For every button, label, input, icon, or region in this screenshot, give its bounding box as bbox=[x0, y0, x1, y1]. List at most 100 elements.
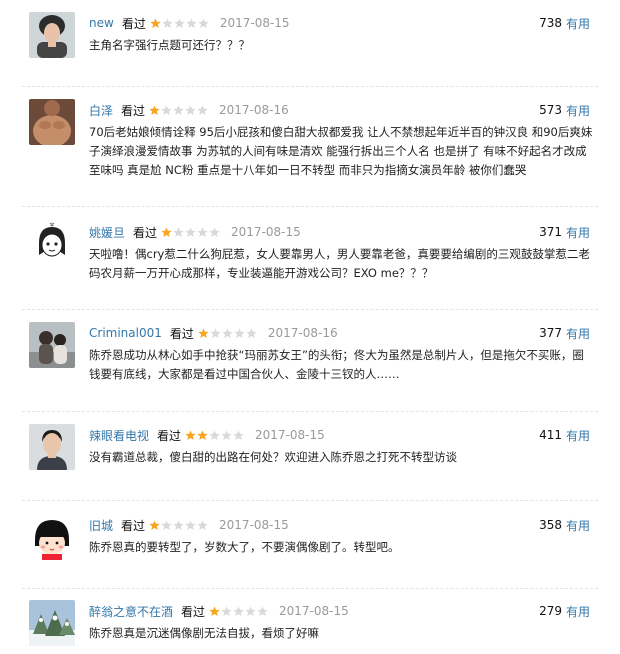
watch-status: 看过 bbox=[169, 326, 194, 341]
star-icon bbox=[173, 519, 184, 531]
star-rating bbox=[185, 429, 245, 441]
review-date: 2017-08-15 bbox=[255, 428, 325, 442]
useful-button[interactable]: 有用 bbox=[566, 224, 590, 241]
vote-count: 738 bbox=[539, 16, 562, 30]
watch-status: 看过 bbox=[121, 103, 146, 118]
vote-area: 377 有用 bbox=[539, 324, 590, 342]
divider bbox=[22, 588, 598, 589]
star-icon bbox=[198, 327, 209, 339]
useful-button[interactable]: 有用 bbox=[566, 427, 590, 444]
couple-photo-icon[interactable] bbox=[29, 322, 75, 368]
username-link[interactable]: 旧城 bbox=[89, 517, 113, 534]
woman-portrait-icon[interactable] bbox=[29, 12, 75, 58]
vote-count: 411 bbox=[539, 428, 562, 442]
star-icon bbox=[174, 17, 185, 29]
review-meta: 辣眼看电视 看过 2017-08-15 bbox=[89, 426, 325, 444]
vote-count: 358 bbox=[539, 518, 562, 532]
useful-button[interactable]: 有用 bbox=[566, 102, 590, 119]
review-meta: 姚媛旦 看过 2017-08-15 bbox=[89, 223, 301, 241]
vote-count: 377 bbox=[539, 326, 562, 340]
star-icon bbox=[197, 226, 208, 238]
star-icon bbox=[246, 327, 257, 339]
star-icon bbox=[221, 429, 232, 441]
man-portrait-icon[interactable] bbox=[29, 424, 75, 470]
star-icon bbox=[149, 104, 160, 116]
snowy-trees-icon[interactable] bbox=[29, 600, 75, 646]
watch-status: 看过 bbox=[121, 518, 146, 533]
useful-button[interactable]: 有用 bbox=[566, 603, 590, 620]
divider bbox=[22, 411, 598, 412]
star-icon bbox=[186, 17, 197, 29]
useful-button[interactable]: 有用 bbox=[566, 325, 590, 342]
vote-area: 371 有用 bbox=[539, 223, 590, 241]
useful-button[interactable]: 有用 bbox=[566, 517, 590, 534]
star-rating bbox=[161, 226, 221, 238]
watch-status: 看过 bbox=[133, 225, 158, 240]
vote-count: 279 bbox=[539, 604, 562, 618]
vote-count: 371 bbox=[539, 225, 562, 239]
username-link[interactable]: Criminal001 bbox=[89, 326, 162, 340]
vote-count: 573 bbox=[539, 103, 562, 117]
username-link[interactable]: 姚媛旦 bbox=[89, 224, 125, 241]
star-icon bbox=[149, 519, 160, 531]
watch-status: 看过 bbox=[157, 428, 182, 443]
svg-text:字: 字 bbox=[49, 222, 54, 229]
star-icon bbox=[233, 429, 244, 441]
cartoon-girl-icon[interactable]: 字 bbox=[29, 221, 75, 267]
review-date: 2017-08-15 bbox=[219, 518, 289, 532]
star-icon bbox=[233, 605, 244, 617]
star-rating bbox=[149, 519, 209, 531]
divider bbox=[22, 206, 598, 207]
vote-area: 738 有用 bbox=[539, 14, 590, 32]
star-icon bbox=[234, 327, 245, 339]
review-text: 陈乔恩真是沉迷偶像剧无法自拔，看烦了好嘛 bbox=[89, 626, 319, 640]
username-link[interactable]: new bbox=[89, 16, 114, 30]
star-icon bbox=[222, 327, 233, 339]
star-icon bbox=[209, 429, 220, 441]
divider bbox=[22, 500, 598, 501]
shirtless-man-icon[interactable] bbox=[29, 99, 75, 145]
review-meta: 旧城 看过 2017-08-15 bbox=[89, 516, 289, 534]
review-date: 2017-08-15 bbox=[231, 225, 301, 239]
review-date: 2017-08-15 bbox=[279, 604, 349, 618]
review-date: 2017-08-15 bbox=[219, 16, 290, 30]
star-icon bbox=[221, 605, 232, 617]
star-rating bbox=[209, 605, 269, 617]
review-text: 陈乔恩真的要转型了，岁数大了，不要演偶像剧了。转型吧。 bbox=[89, 540, 400, 554]
review-date: 2017-08-16 bbox=[219, 103, 289, 117]
username-link[interactable]: 白泽 bbox=[89, 102, 113, 119]
divider bbox=[22, 309, 598, 310]
review-text: 主角名字强行点题可还行？？？ bbox=[89, 38, 250, 52]
star-icon bbox=[173, 226, 184, 238]
review-meta: Criminal001 看过 2017-08-16 bbox=[89, 324, 338, 342]
star-icon bbox=[161, 519, 172, 531]
star-icon bbox=[185, 226, 196, 238]
review-text: 天啦噜！偶cry惹二什么狗屁惹，女人要靠男人，男人要靠老爸，真要要给编剧的三观鼓… bbox=[89, 247, 590, 280]
star-icon bbox=[173, 104, 184, 116]
watch-status: 看过 bbox=[121, 16, 146, 31]
star-icon bbox=[197, 429, 208, 441]
star-icon bbox=[198, 17, 209, 29]
review-text: 陈乔恩成功从林心如手中抢获“玛丽苏女王”的头衔；佟大为虽然是总制片人，但是拖欠不… bbox=[89, 348, 584, 381]
review-text: 没有霸道总裁，傻白甜的出路在何处？欢迎进入陈乔恩之打死不转型访谈 bbox=[89, 450, 457, 464]
username-link[interactable]: 辣眼看电视 bbox=[89, 427, 149, 444]
star-icon bbox=[209, 605, 220, 617]
star-rating bbox=[149, 104, 209, 116]
review-meta: new 看过 2017-08-15 bbox=[89, 14, 290, 32]
username-link[interactable]: 醉翁之意不在酒 bbox=[89, 603, 173, 620]
star-icon bbox=[257, 605, 268, 617]
star-rating bbox=[150, 17, 210, 29]
useful-button[interactable]: 有用 bbox=[566, 15, 590, 32]
watch-status: 看过 bbox=[181, 604, 206, 619]
vote-area: 358 有用 bbox=[539, 516, 590, 534]
star-icon bbox=[209, 226, 220, 238]
star-icon bbox=[150, 17, 161, 29]
vote-area: 279 有用 bbox=[539, 602, 590, 620]
review-meta: 白泽 看过 2017-08-16 bbox=[89, 101, 289, 119]
review-list: new 看过 2017-08-15 738 有用 主角名字强行点题可还行？？？ 白泽 看过 20… bbox=[0, 0, 620, 654]
star-icon bbox=[245, 605, 256, 617]
cartoon-maruko-icon[interactable] bbox=[29, 514, 75, 560]
review-date: 2017-08-16 bbox=[267, 326, 338, 340]
divider bbox=[22, 86, 598, 87]
star-icon bbox=[185, 519, 196, 531]
